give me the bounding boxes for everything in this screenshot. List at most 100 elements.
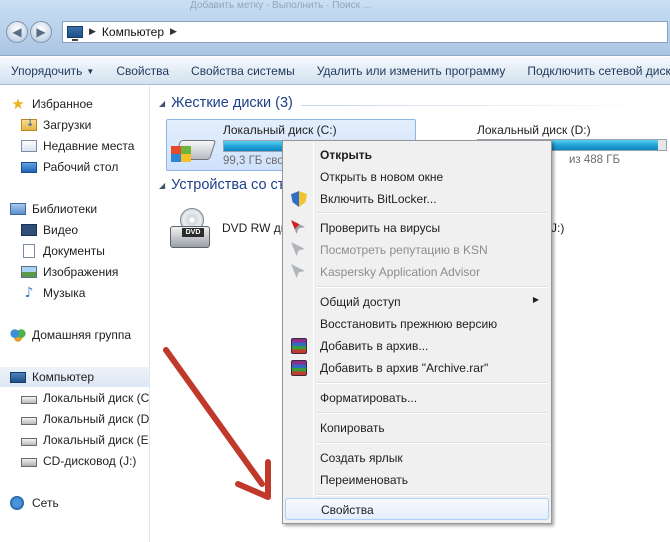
breadcrumb-computer[interactable]: Компьютер — [102, 25, 164, 39]
window-title-faded: Добавить метку - Выполнить · Поиск ... — [190, 0, 372, 11]
computer-icon — [67, 26, 83, 41]
sidebar-item-network[interactable]: Сеть — [10, 493, 59, 513]
drive-icon — [21, 416, 37, 425]
menu-item-rename[interactable]: Переименовать — [285, 469, 549, 491]
sidebar-item-cd-drive[interactable]: CD-дисковод (J:) — [21, 451, 136, 471]
menu-separator — [316, 494, 549, 496]
sidebar-item-drive-e[interactable]: Локальный диск (E:) — [21, 430, 150, 450]
address-bar[interactable]: ▶ Компьютер ▶ — [62, 21, 668, 43]
menu-label: Копировать — [320, 421, 385, 435]
menu-item-create-shortcut[interactable]: Создать ярлык — [285, 447, 549, 469]
kaspersky-icon — [291, 220, 305, 234]
sidebar-item-libraries[interactable]: Библиотеки — [10, 199, 97, 219]
sidebar-label: Изображения — [43, 265, 119, 279]
homegroup-icon — [10, 328, 26, 342]
drive-d-name: Локальный диск (D:) — [477, 123, 591, 137]
kaspersky-icon — [291, 242, 305, 256]
context-menu: Открыть Открыть в новом окне Включить Bi… — [282, 140, 552, 524]
menu-separator — [316, 442, 549, 444]
menu-separator — [316, 382, 549, 384]
image-icon — [21, 266, 37, 278]
group-divider — [301, 105, 661, 106]
menu-item-add-archive[interactable]: Добавить в архив... — [285, 335, 549, 357]
menu-item-copy[interactable]: Копировать — [285, 417, 549, 439]
menu-label: Проверить на вирусы — [320, 221, 441, 235]
command-bar: Упорядочить ▼ Свойства Свойства системы У… — [0, 57, 670, 85]
breadcrumb-expand-icon[interactable]: ▶ — [170, 27, 177, 37]
video-icon — [21, 224, 37, 236]
submenu-arrow-icon: ▶ — [532, 295, 539, 304]
system-properties-button[interactable]: Свойства системы — [180, 57, 306, 84]
menu-label: Посмотреть репутацию в KSN — [320, 243, 488, 257]
uninstall-program-button[interactable]: Удалить или изменить программу — [306, 57, 517, 84]
sidebar-item-music[interactable]: ♪ Музыка — [21, 283, 86, 303]
sidebar-label: Локальный диск (E:) — [43, 433, 150, 447]
menu-separator — [316, 286, 549, 288]
collapse-triangle-icon: ◢ — [159, 98, 166, 108]
drive-c-name: Локальный диск (C:) — [223, 123, 337, 137]
menu-item-ksn-reputation[interactable]: Посмотреть репутацию в KSN — [285, 239, 549, 261]
sidebar-item-images[interactable]: Изображения — [21, 262, 118, 282]
sidebar-label: Избранное — [32, 97, 93, 111]
menu-item-open[interactable]: Открыть — [285, 144, 549, 166]
menu-label: Добавить в архив "Archive.rar" — [320, 361, 489, 375]
desktop-icon — [21, 161, 37, 173]
menu-item-open-new-window[interactable]: Открыть в новом окне — [285, 166, 549, 188]
sidebar-item-homegroup[interactable]: Домашняя группа — [10, 325, 131, 345]
recent-places-icon — [21, 140, 37, 152]
properties-button[interactable]: Свойства — [105, 57, 180, 84]
menu-item-properties[interactable]: Свойства — [285, 498, 549, 520]
back-button[interactable]: ◀ — [6, 21, 28, 43]
sidebar-label: Документы — [43, 244, 105, 258]
forward-button[interactable]: ▶ — [30, 21, 52, 43]
sidebar-item-desktop[interactable]: Рабочий стол — [21, 157, 118, 177]
sidebar-item-downloads[interactable]: Загрузки — [21, 115, 91, 135]
hard-drives-group-title[interactable]: ◢ Жесткие диски (3) — [159, 95, 293, 111]
sidebar-item-video[interactable]: Видео — [21, 220, 78, 240]
dvd-drive-icon: DVD — [168, 208, 212, 252]
sidebar-label: Локальный диск (D:) — [43, 412, 150, 426]
sidebar-label: Музыка — [43, 286, 86, 300]
menu-separator — [316, 412, 549, 414]
drive-d-free-space: из 488 ГБ — [569, 154, 621, 166]
menu-label: Включить BitLocker... — [320, 192, 437, 206]
sidebar-label: Видео — [43, 223, 79, 237]
sidebar-item-favorites[interactable]: ★ Избранное — [10, 94, 93, 114]
dvd-drive-name-tail: J:) — [551, 221, 565, 235]
menu-item-restore-previous[interactable]: Восстановить прежнюю версию — [285, 313, 549, 335]
star-icon: ★ — [11, 95, 25, 113]
chevron-down-icon: ▼ — [86, 66, 95, 76]
menu-label: Форматировать... — [320, 391, 418, 405]
sidebar-item-documents[interactable]: Документы — [21, 241, 105, 261]
menu-label: Kaspersky Application Advisor — [320, 265, 481, 279]
sidebar-label: Загрузки — [43, 118, 92, 132]
menu-label: Переименовать — [320, 473, 408, 487]
menu-item-scan-virus[interactable]: Проверить на вирусы — [285, 217, 549, 239]
uac-shield-icon — [291, 191, 307, 207]
menu-item-bitlocker[interactable]: Включить BitLocker... — [285, 188, 549, 210]
sidebar-item-recent[interactable]: Недавние места — [21, 136, 134, 156]
group-label: Жесткие диски (3) — [171, 95, 293, 111]
menu-separator — [316, 212, 549, 214]
navigation-pane: ★ Избранное Загрузки Недавние места Рабоч… — [0, 86, 150, 542]
sidebar-label: Рабочий стол — [43, 160, 119, 174]
winrar-icon — [291, 338, 307, 354]
menu-label: Открыть в новом окне — [320, 170, 444, 184]
menu-label: Создать ярлык — [320, 451, 403, 465]
menu-item-format[interactable]: Форматировать... — [285, 387, 549, 409]
breadcrumb-separator-icon[interactable]: ▶ — [89, 27, 96, 37]
menu-item-kaspersky-advisor[interactable]: Kaspersky Application Advisor — [285, 261, 549, 283]
menu-label: Общий доступ — [320, 295, 401, 309]
organize-button[interactable]: Упорядочить ▼ — [0, 57, 105, 84]
sidebar-label: Библиотеки — [32, 202, 98, 216]
sidebar-label: Сеть — [32, 496, 59, 510]
sidebar-item-drive-d[interactable]: Локальный диск (D:) — [21, 409, 150, 429]
menu-item-share[interactable]: Общий доступ ▶ — [285, 291, 549, 313]
menu-label: Восстановить прежнюю версию — [320, 317, 498, 331]
map-network-drive-button[interactable]: Подключить сетевой диск — [516, 57, 670, 84]
sidebar-label: Недавние места — [43, 139, 135, 153]
sidebar-item-computer[interactable]: Компьютер — [0, 367, 149, 387]
network-icon — [10, 496, 24, 510]
sidebar-item-drive-c[interactable]: Локальный диск (C:) — [21, 388, 149, 408]
menu-item-add-archive-rar[interactable]: Добавить в архив "Archive.rar" — [285, 357, 549, 379]
